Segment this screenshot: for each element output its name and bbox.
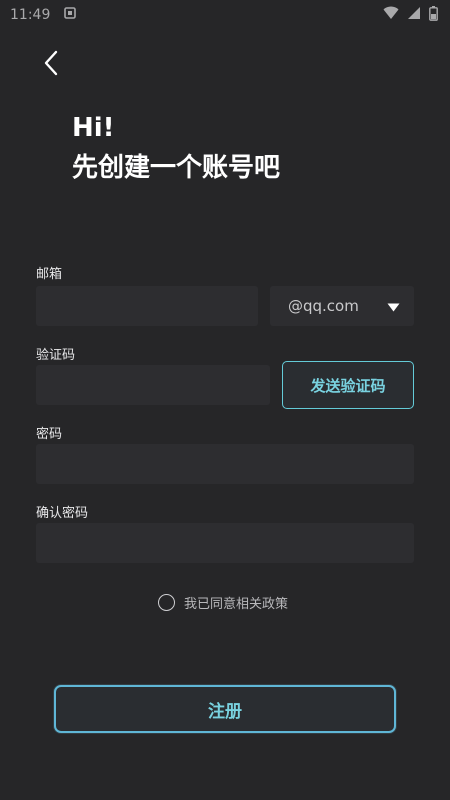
wifi-icon	[383, 6, 399, 24]
email-label: 邮箱	[36, 267, 63, 282]
email-domain-value: @qq.com	[288, 297, 359, 315]
email-input[interactable]	[36, 286, 258, 326]
password-input[interactable]	[36, 444, 414, 484]
notification-icon	[64, 7, 77, 23]
password-label: 密码	[36, 427, 63, 442]
status-bar: 11:49	[0, 0, 450, 30]
email-domain-select[interactable]: @qq.com	[270, 286, 414, 326]
send-code-button[interactable]: 发送验证码	[282, 361, 414, 409]
greeting-line-2: 先创建一个账号吧	[72, 153, 281, 183]
status-left: 11:49	[10, 7, 77, 23]
agree-policy-label: 我已同意相关政策	[184, 596, 289, 612]
register-button[interactable]: 注册	[54, 685, 396, 733]
code-label: 验证码	[36, 348, 76, 363]
caret-down-icon	[387, 297, 400, 316]
battery-icon	[429, 5, 438, 25]
greeting-line-1: Hi!	[72, 113, 115, 143]
agree-radio[interactable]	[158, 593, 175, 611]
greeting-heading: Hi! 先创建一个账号吧	[72, 108, 280, 188]
code-input[interactable]	[36, 365, 270, 405]
status-right	[383, 5, 438, 25]
register-screen: 11:49 Hi! 先创建一个账号吧 邮箱 @qq.com 验证码 发送验证码 …	[0, 0, 450, 800]
chevron-left-icon	[43, 50, 59, 80]
confirm-password-input[interactable]	[36, 523, 414, 563]
confirm-password-label: 确认密码	[36, 506, 89, 521]
back-button[interactable]	[34, 48, 68, 82]
status-time: 11:49	[10, 7, 51, 23]
agree-policy-toggle[interactable]: 我已同意相关政策	[158, 592, 288, 612]
cellular-signal-icon	[407, 6, 421, 24]
